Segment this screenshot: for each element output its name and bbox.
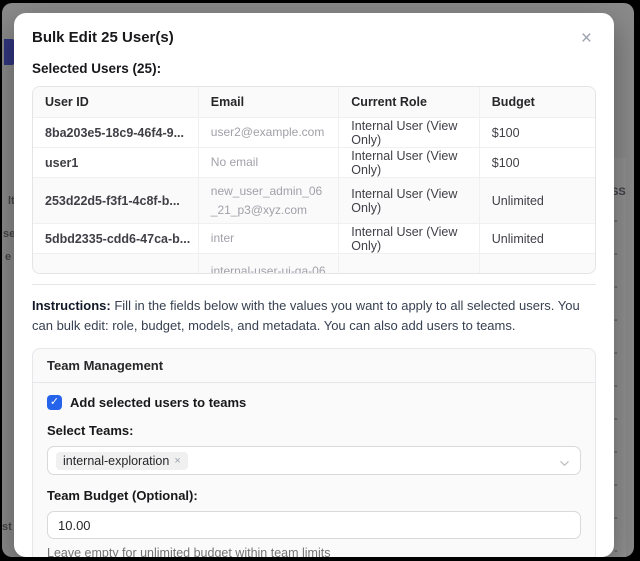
team-tag: internal-exploration ×	[56, 452, 188, 470]
background-cell-dash: -	[614, 314, 618, 326]
background-cell-dash: -	[614, 479, 618, 491]
cell-user-id: 8ba203e5-18c9-46f4-9...	[33, 118, 199, 148]
background-cell-dash: -	[614, 446, 618, 458]
table-row: 5dbd2335-cdd6-47ca-b... inter Internal U…	[33, 224, 595, 254]
instructions-text: Instructions: Fill in the fields below w…	[32, 296, 596, 335]
cell-budget: Unlimited	[480, 224, 595, 254]
selected-users-label: Selected Users (25):	[32, 61, 596, 76]
table-row: 253d22d5-f3f1-4c8f-b... new_user_admin_0…	[33, 178, 595, 224]
table-header-row: User ID Email Current Role Budget	[33, 87, 595, 118]
table-row: user1 No email Internal User (View Only)…	[33, 148, 595, 178]
cell-current-role	[339, 254, 480, 274]
cell-email: internal-user-ui-qa-06-28-	[199, 254, 340, 274]
team-budget-label: Team Budget (Optional):	[47, 488, 581, 503]
cell-email: new_user_admin_06_21_p3@xyz.com	[199, 178, 340, 224]
section-divider	[32, 284, 596, 285]
select-teams-label: Select Teams:	[47, 423, 581, 438]
cell-email: inter	[199, 224, 340, 254]
column-header-current-role: Current Role	[339, 87, 480, 118]
cell-user-id	[33, 254, 199, 274]
modal-title: Bulk Edit 25 User(s)	[32, 29, 174, 46]
cell-budget	[480, 254, 595, 274]
budget-help-text: Leave empty for unlimited budget within …	[47, 546, 581, 557]
cell-user-id: 5dbd2335-cdd6-47ca-b...	[33, 224, 199, 254]
cell-current-role: Internal User (View Only)	[339, 178, 480, 224]
cell-budget: $100	[480, 148, 595, 178]
column-header-budget: Budget	[480, 87, 595, 118]
cell-budget: Unlimited	[480, 178, 595, 224]
column-header-user-id: User ID	[33, 87, 199, 118]
chevron-down-icon	[559, 456, 570, 474]
teams-select[interactable]: internal-exploration ×	[47, 446, 581, 475]
background-text-fragment: st	[2, 521, 12, 533]
cell-user-id: user1	[33, 148, 199, 178]
cell-current-role: Internal User (View Only)	[339, 118, 480, 148]
table-row: 8ba203e5-18c9-46f4-9... user2@example.co…	[33, 118, 595, 148]
team-tag-label: internal-exploration	[63, 454, 169, 468]
column-header-email: Email	[199, 87, 340, 118]
cell-current-role: Internal User (View Only)	[339, 148, 480, 178]
table-row: internal-user-ui-qa-06-28-	[33, 254, 595, 274]
background-cell-dash: -	[614, 380, 618, 392]
cell-email: No email	[199, 148, 340, 178]
team-management-title: Team Management	[33, 349, 595, 383]
background-cell-dash: -	[614, 545, 618, 557]
background-cell-dash: -	[614, 413, 618, 425]
background-sidebar-item	[4, 39, 14, 65]
cell-current-role: Internal User (View Only)	[339, 224, 480, 254]
background-cell-dash: -	[614, 347, 618, 359]
close-icon[interactable]: ×	[577, 27, 596, 50]
cell-email: user2@example.com	[199, 118, 340, 148]
background-cell-dash: -	[614, 248, 618, 260]
instructions-body: Fill in the fields below with the values…	[32, 298, 580, 333]
tag-remove-icon[interactable]: ×	[174, 455, 180, 467]
team-budget-input[interactable]	[47, 511, 581, 539]
bulk-edit-modal: Bulk Edit 25 User(s) × Selected Users (2…	[14, 13, 614, 557]
background-cell-dash: -	[614, 281, 618, 293]
team-management-body: ✓ Add selected users to teams Select Tea…	[33, 383, 595, 557]
cell-budget: $100	[480, 118, 595, 148]
background-text-fragment: e	[5, 251, 11, 263]
background-cell-dash: -	[614, 512, 618, 524]
modal-header: Bulk Edit 25 User(s) ×	[32, 29, 596, 50]
cell-user-id: 253d22d5-f3f1-4c8f-b...	[33, 178, 199, 224]
instructions-label: Instructions:	[32, 298, 111, 313]
team-management-card: Team Management ✓ Add selected users to …	[32, 348, 596, 557]
add-users-to-teams-checkbox-row[interactable]: ✓ Add selected users to teams	[47, 395, 581, 410]
checkbox-label: Add selected users to teams	[70, 395, 246, 410]
checkbox-checked-icon[interactable]: ✓	[47, 395, 62, 410]
background-cell-dash: -	[614, 215, 618, 227]
selected-users-table[interactable]: User ID Email Current Role Budget 8ba203…	[32, 86, 596, 274]
